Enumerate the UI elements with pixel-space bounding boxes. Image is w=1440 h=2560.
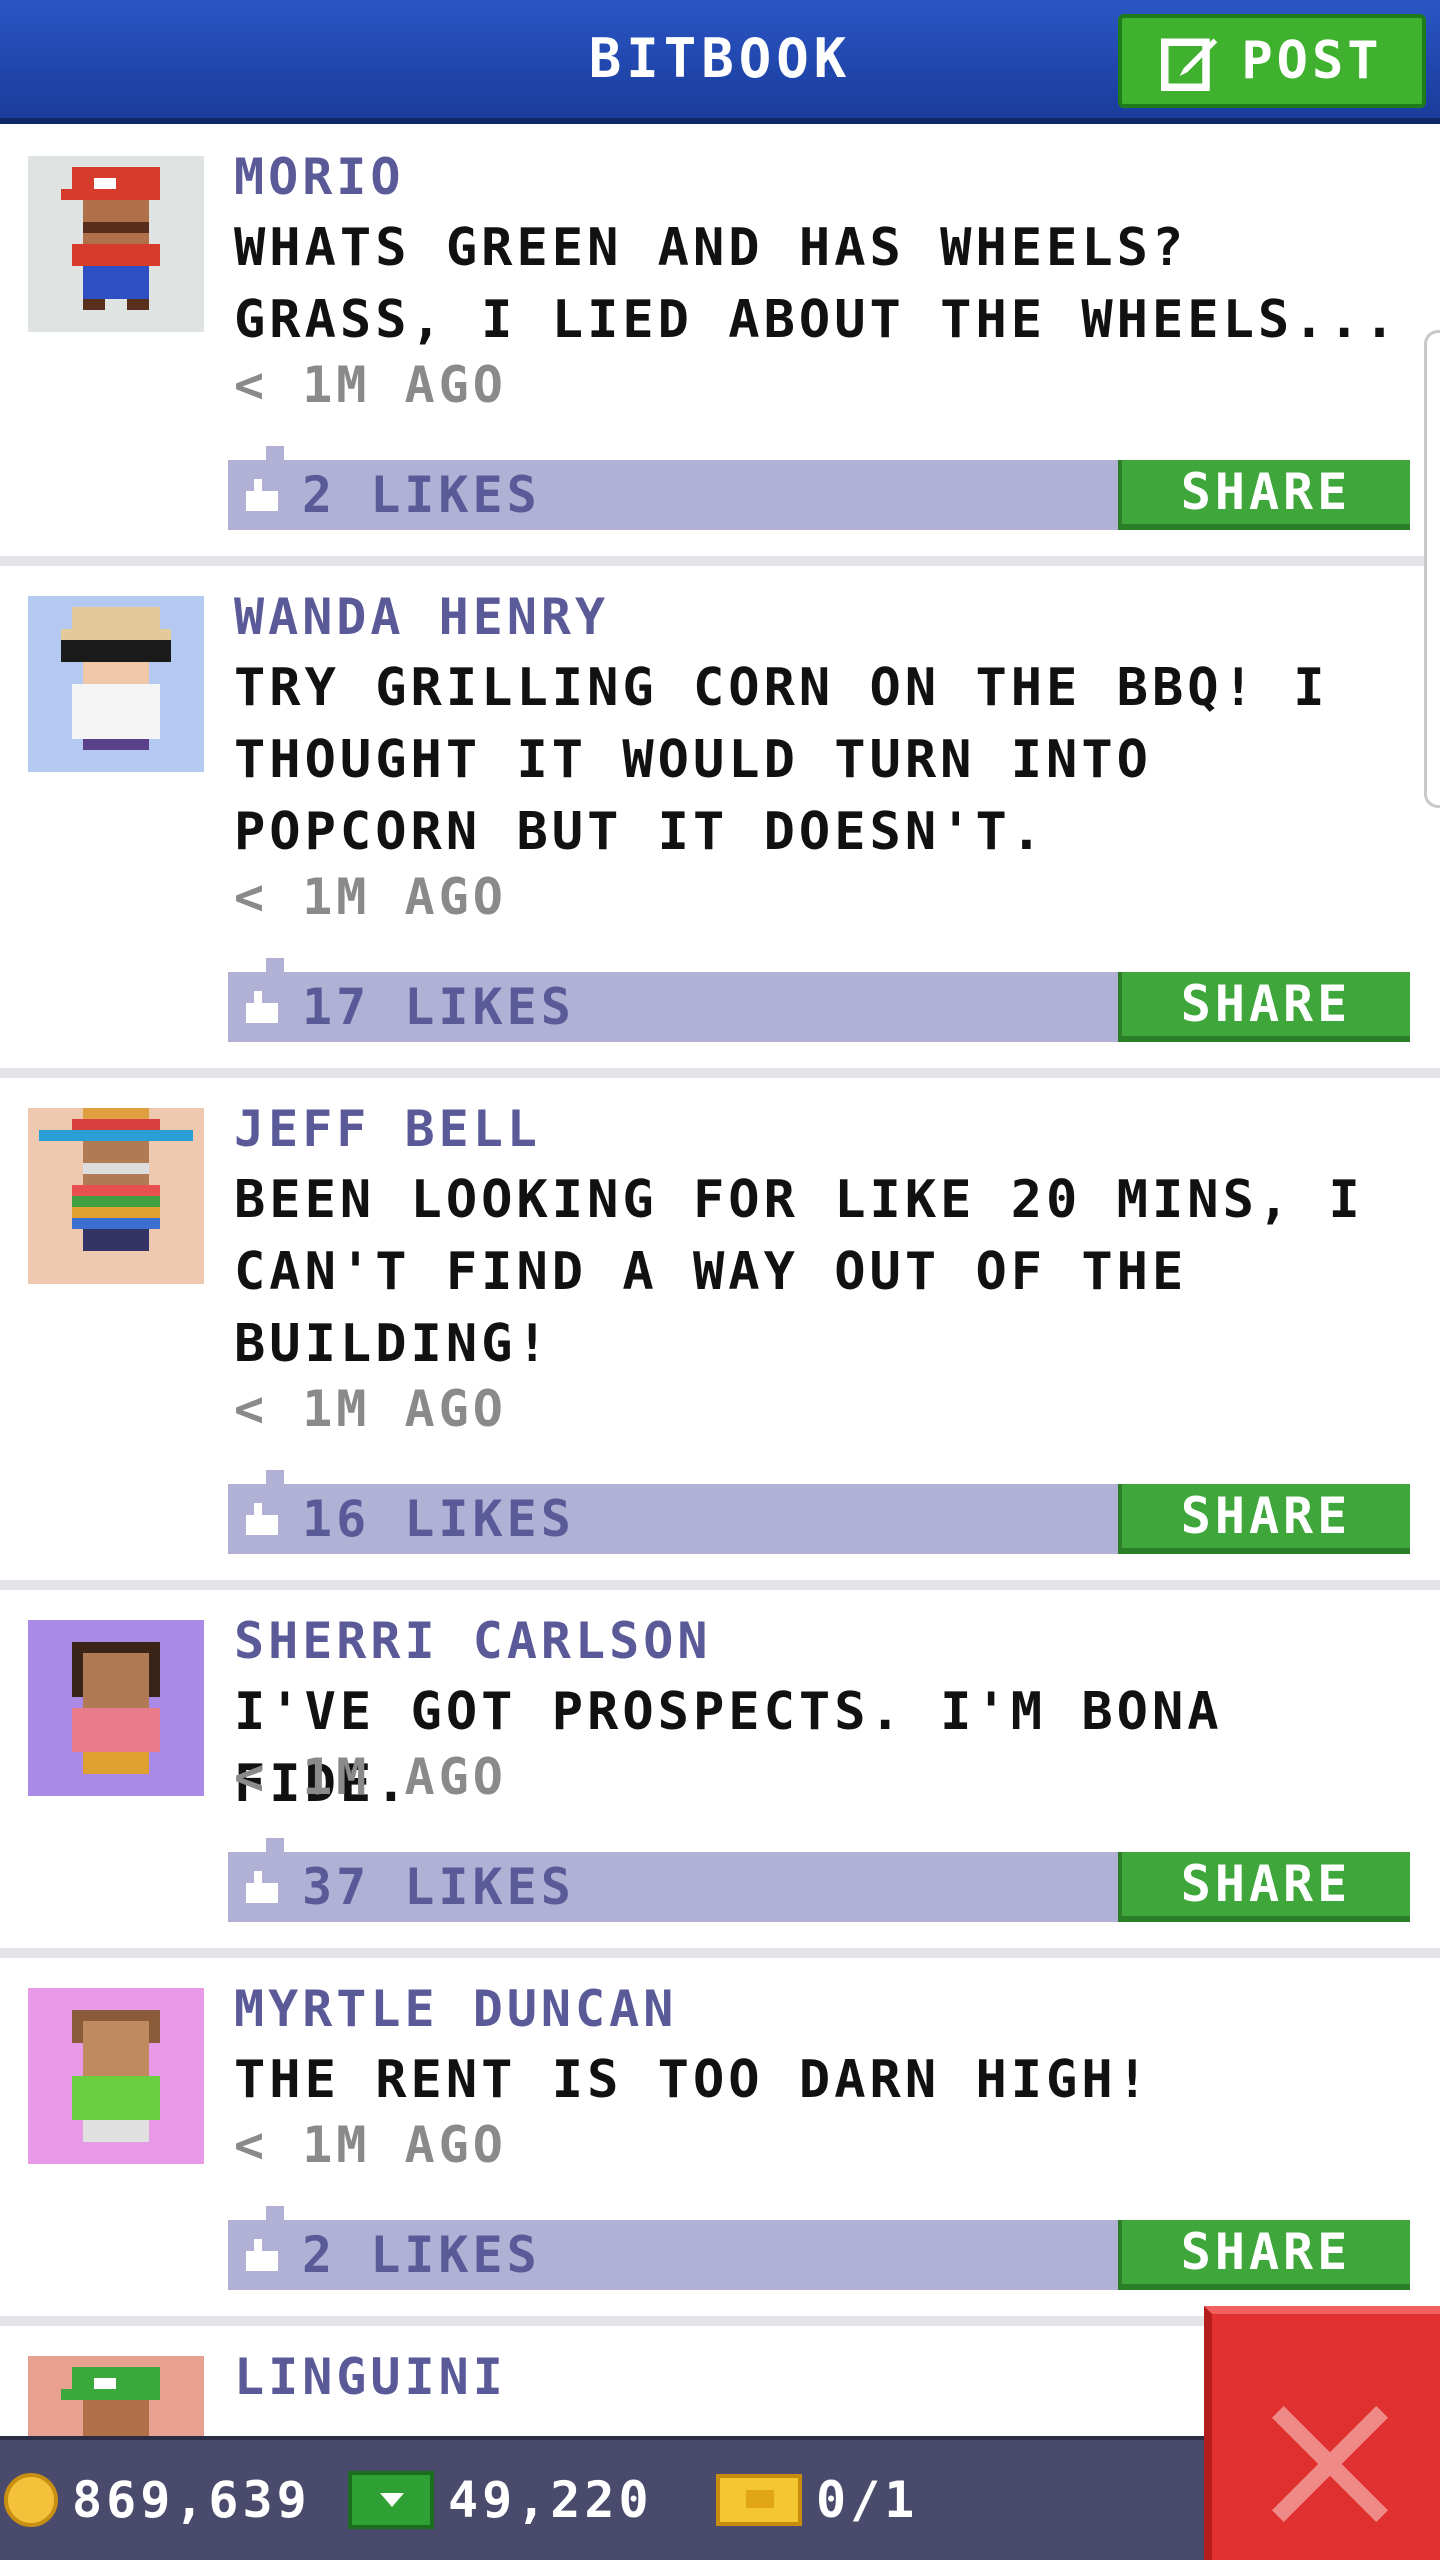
post-timestamp: < 1M AGO [234, 356, 507, 414]
post-divider [0, 1068, 1440, 1078]
post-message-line: BUILDING! [234, 1314, 552, 1374]
post-message-line: WHATS GREEN AND HAS WHEELS? [234, 218, 1188, 278]
avatar[interactable] [28, 156, 204, 332]
post-author[interactable]: WANDA HENRY [234, 588, 609, 646]
like-bar-nub [266, 2206, 284, 2220]
post-timestamp: < 1M AGO [234, 1748, 507, 1806]
post-author[interactable]: MYRTLE DUNCAN [234, 1980, 677, 2038]
share-button[interactable]: SHARE [1118, 972, 1410, 1042]
avatar[interactable] [28, 596, 204, 772]
bux-stat: 49,220 [348, 2440, 653, 2560]
share-button[interactable]: SHARE [1118, 460, 1410, 530]
thumbs-up-icon[interactable] [242, 1870, 282, 1904]
post-message: TRY GRILLING CORN ON THE BBQ! I THOUGHT … [234, 652, 1414, 868]
close-button[interactable] [1204, 2306, 1440, 2560]
like-bar: 16 LIKES SHARE [228, 1470, 1410, 1554]
ticket-icon [716, 2474, 802, 2526]
post-message-line: THE RENT IS TOO DARN HIGH! [234, 2050, 1152, 2110]
likes-count: 16 LIKES [302, 1490, 575, 1548]
likes-count: 2 LIKES [302, 2226, 541, 2284]
like-bar: 37 LIKES SHARE [228, 1838, 1410, 1922]
post-timestamp: < 1M AGO [234, 1380, 507, 1438]
post-message-line: POPCORN BUT IT DOESN'T. [234, 802, 1047, 862]
bux-value: 49,220 [448, 2471, 653, 2529]
like-bar-nub [266, 446, 284, 460]
post-message: BEEN LOOKING FOR LIKE 20 MINS, I CAN'T F… [234, 1164, 1414, 1380]
post-timestamp: < 1M AGO [234, 2116, 507, 2174]
thumbs-up-icon[interactable] [242, 2238, 282, 2272]
bux-icon [348, 2471, 434, 2529]
app-header: BITBOOK POST [0, 0, 1440, 124]
avatar[interactable] [28, 1620, 204, 1796]
post-divider [0, 1948, 1440, 1958]
post-author[interactable]: MORIO [234, 148, 405, 206]
post-message-line: GRASS, I LIED ABOUT THE WHEELS... [234, 290, 1400, 350]
post-author[interactable]: JEFF BELL [234, 1100, 541, 1158]
post-divider [0, 556, 1440, 566]
post-button[interactable]: POST [1118, 14, 1426, 108]
post-message-line: BEEN LOOKING FOR LIKE 20 MINS, I [234, 1170, 1364, 1230]
tickets-stat: 0/1 [716, 2440, 918, 2560]
share-button[interactable]: SHARE [1118, 1484, 1410, 1554]
post-message: WHATS GREEN AND HAS WHEELS? GRASS, I LIE… [234, 212, 1414, 356]
thumbs-up-icon[interactable] [242, 1502, 282, 1536]
post-message-line: CAN'T FIND A WAY OUT OF THE [234, 1242, 1188, 1302]
coin-icon [4, 2473, 58, 2527]
share-button[interactable]: SHARE [1118, 2220, 1410, 2290]
thumbs-up-icon[interactable] [242, 478, 282, 512]
coins-value: 869,639 [72, 2471, 311, 2529]
avatar[interactable] [28, 1988, 204, 2164]
compose-icon [1161, 38, 1218, 91]
like-bar-nub [266, 958, 284, 972]
post-author[interactable]: LINGUINI [234, 2348, 507, 2406]
coins-stat: 869,639 [4, 2440, 311, 2560]
like-bar: 2 LIKES SHARE [228, 446, 1410, 530]
likes-count: 2 LIKES [302, 466, 541, 524]
post-message-line: TRY GRILLING CORN ON THE BBQ! I [234, 658, 1329, 718]
post-timestamp: < 1M AGO [234, 868, 507, 926]
post-author[interactable]: SHERRI CARLSON [234, 1612, 711, 1670]
avatar[interactable] [28, 1108, 204, 1284]
close-icon [1272, 2406, 1388, 2522]
post-message-line: THOUGHT IT WOULD TURN INTO [234, 730, 1152, 790]
tickets-value: 0/1 [816, 2471, 919, 2529]
likes-count: 37 LIKES [302, 1858, 575, 1916]
like-bar: 17 LIKES SHARE [228, 958, 1410, 1042]
like-bar-nub [266, 1838, 284, 1852]
share-button[interactable]: SHARE [1118, 1852, 1410, 1922]
like-bar-nub [266, 1470, 284, 1484]
post-message: THE RENT IS TOO DARN HIGH! [234, 2044, 1414, 2116]
thumbs-up-icon[interactable] [242, 990, 282, 1024]
likes-count: 17 LIKES [302, 978, 575, 1036]
post-divider [0, 1580, 1440, 1590]
like-bar: 2 LIKES SHARE [228, 2206, 1410, 2290]
scroll-indicator[interactable] [1424, 330, 1440, 808]
post-button-label: POST [1241, 31, 1383, 91]
